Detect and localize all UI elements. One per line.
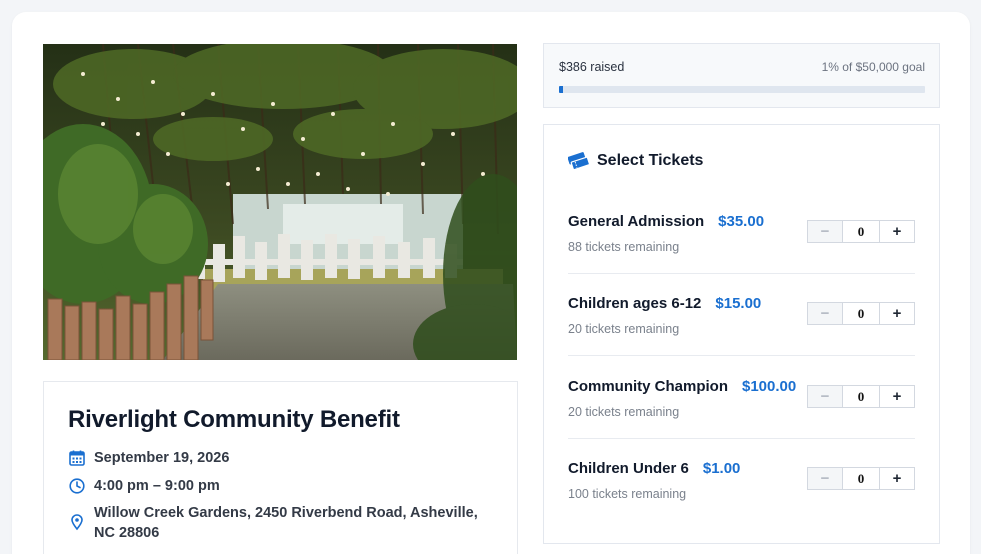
event-date-row: September 19, 2026	[68, 448, 229, 468]
quantity-value[interactable]: 0	[843, 386, 879, 407]
ticket-row: Children ages 6-12 $15.00 20 tickets remai…	[568, 295, 915, 377]
decrease-quantity-button[interactable]: −	[808, 386, 843, 407]
ticket-divider	[568, 438, 915, 439]
ticket-row: Community Champion $100.00 20 tickets rema…	[568, 378, 915, 460]
ticket-name: Community Champion	[568, 378, 728, 395]
ticket-divider	[568, 355, 915, 356]
fundraising-progress: $386 raised 1% of $50,000 goal	[543, 43, 940, 108]
event-location: Willow Creek Gardens, 2450 Riverbend Roa…	[94, 505, 478, 541]
tickets-remaining: 20 tickets remaining	[568, 322, 680, 336]
ticket-price: $35.00	[718, 213, 765, 230]
ticket-name-line: General Admission $35.00	[568, 213, 764, 230]
tickets-remaining: 100 tickets remaining	[568, 487, 687, 501]
tickets-icon	[568, 152, 589, 170]
clock-icon	[69, 478, 85, 494]
increase-quantity-button[interactable]: +	[879, 468, 914, 489]
event-details-card: Riverlight Community Benefit September 1…	[43, 381, 518, 554]
event-hero-image	[43, 44, 517, 360]
ticket-name: Children Under 6	[568, 460, 689, 477]
quantity-value[interactable]: 0	[843, 303, 879, 324]
quantity-stepper: −0 +	[807, 302, 915, 325]
progress-bar	[559, 86, 925, 93]
event-date: September 19, 2026	[94, 450, 230, 466]
event-time-row: 4:00 pm – 9:00 pm	[68, 476, 220, 496]
ticket-row: Children Under 6 $1.00 100 tickets remaini…	[568, 460, 915, 542]
ticket-name: Children ages 6-12	[568, 295, 702, 312]
ticket-name-line: Children Under 6 $1.00	[568, 460, 740, 477]
quantity-stepper: −0 +	[807, 385, 915, 408]
tickets-heading: Select Tickets	[597, 151, 704, 169]
quantity-stepper: −0 +	[807, 220, 915, 243]
map-pin-icon	[71, 514, 83, 531]
ticket-price: $1.00	[702, 460, 741, 477]
decrease-quantity-button[interactable]: −	[808, 221, 843, 242]
event-title: Riverlight Community Benefit	[68, 406, 400, 433]
amount-raised: $386 raised	[559, 60, 625, 74]
tickets-remaining: 88 tickets remaining	[568, 240, 680, 254]
decrease-quantity-button[interactable]: −	[808, 468, 843, 489]
goal-percentage: 1% of $50,000 goal	[821, 60, 925, 74]
tickets-remaining: 20 tickets remaining	[568, 405, 680, 419]
event-time: 4:00 pm – 9:00 pm	[94, 478, 220, 494]
ticket-name-line: Children ages 6-12 $15.00	[568, 295, 761, 312]
tickets-header: Select Tickets	[568, 151, 703, 170]
decrease-quantity-button[interactable]: −	[808, 303, 843, 324]
increase-quantity-button[interactable]: +	[879, 221, 914, 242]
quantity-stepper: −0 +	[807, 467, 915, 490]
event-location-row: Willow Creek Gardens, 2450 Riverbend Roa…	[68, 503, 498, 543]
ticket-name: General Admission	[568, 213, 705, 230]
increase-quantity-button[interactable]: +	[879, 303, 914, 324]
quantity-value[interactable]: 0	[843, 221, 879, 242]
calendar-icon	[69, 450, 85, 466]
tickets-panel: Select Tickets General Admission $35.00 88…	[543, 124, 940, 544]
quantity-value[interactable]: 0	[843, 468, 879, 489]
ticket-price: $15.00	[715, 295, 762, 312]
increase-quantity-button[interactable]: +	[879, 386, 914, 407]
ticket-price: $100.00	[742, 378, 797, 395]
progress-bar-fill	[559, 86, 563, 93]
ticket-row: General Admission $35.00 88 tickets remain…	[568, 213, 915, 295]
ticket-name-line: Community Champion $100.00	[568, 378, 796, 395]
ticket-divider	[568, 273, 915, 274]
